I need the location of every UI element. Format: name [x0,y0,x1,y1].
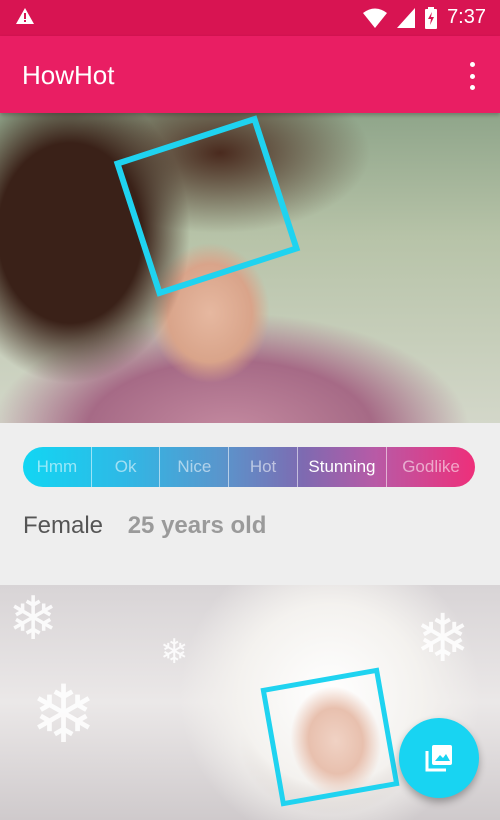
snowflake-decoration: ❄ [30,670,98,759]
snowflake-decoration: ❄ [160,633,189,671]
hotness-scale: Hmm Ok Nice Hot Stunning Godlike [23,447,475,487]
status-bar: 7:37 [0,0,500,36]
scale-item-hmm: Hmm [23,447,92,487]
signal-icon [397,7,416,28]
status-time: 7:37 [447,6,486,28]
pick-photo-button[interactable] [399,718,479,798]
app-title: HowHot [22,60,115,90]
scale-item-stunning: Stunning [298,447,387,487]
result-info: Female 25 years old [23,512,266,540]
warning-icon [16,8,34,24]
battery-charging-icon [425,6,438,29]
app-bar: HowHot [0,36,500,113]
more-vert-icon[interactable] [462,62,482,90]
wifi-icon [363,8,388,28]
snowflake-decoration: ❄ [8,585,59,652]
face-detection-box-2 [260,667,400,807]
scale-item-nice: Nice [160,447,230,487]
scale-item-ok: Ok [92,447,161,487]
gender-label: Female [23,512,104,539]
snowflake-decoration: ❄ [415,601,471,675]
scale-item-hot: Hot [229,447,298,487]
age-label: 25 years old [127,512,267,539]
scale-item-godlike: Godlike [402,457,460,476]
photo-library-icon [425,745,452,772]
